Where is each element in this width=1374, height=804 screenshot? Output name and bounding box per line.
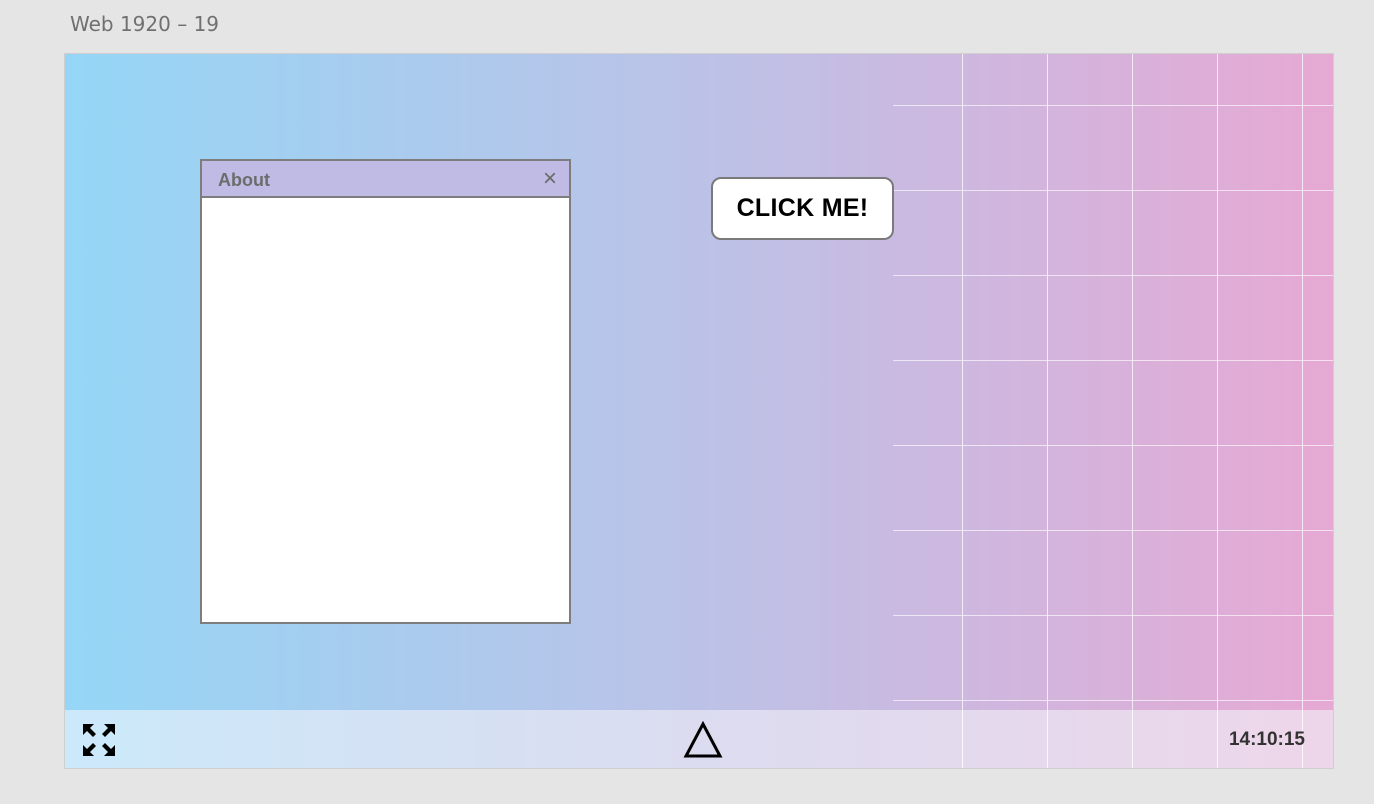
- expand-arrows-icon[interactable]: [82, 723, 116, 757]
- artboard-label: Web 1920 – 19: [70, 12, 220, 36]
- clock: 14:10:15: [1228, 729, 1305, 750]
- close-icon[interactable]: ×: [543, 167, 557, 191]
- window-title: About: [218, 170, 270, 190]
- window-titlebar[interactable]: About ×: [202, 161, 569, 198]
- click-me-button[interactable]: CLICK ME!: [711, 177, 894, 240]
- triangle-icon[interactable]: [683, 721, 723, 759]
- artboard: About × CLICK ME! 14:10:15: [64, 53, 1334, 769]
- window-content: [202, 198, 569, 622]
- grid-overlay: [893, 54, 1333, 710]
- desktop: About × CLICK ME!: [65, 54, 1333, 710]
- taskbar: 14:10:15: [65, 710, 1333, 768]
- about-window: About ×: [200, 159, 571, 624]
